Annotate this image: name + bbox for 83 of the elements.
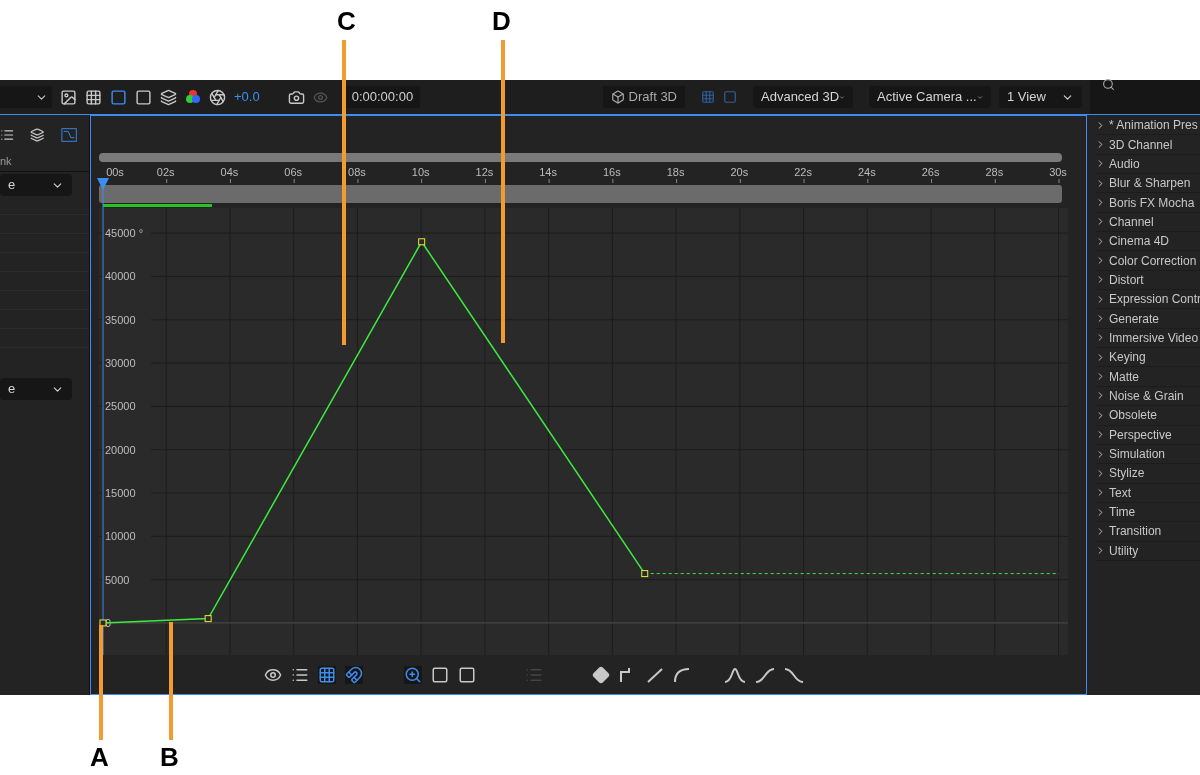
- effect-category[interactable]: Cinema 4D: [1095, 232, 1200, 252]
- effect-category[interactable]: Perspective: [1095, 425, 1200, 445]
- auto-bezier-icon[interactable]: [672, 665, 691, 684]
- easy-ease-icon[interactable]: [723, 665, 746, 684]
- effect-category[interactable]: 3D Channel: [1095, 135, 1200, 155]
- renderer-dropdown[interactable]: Advanced 3D: [753, 86, 853, 108]
- effect-category[interactable]: Blur & Sharpen: [1095, 174, 1200, 194]
- image-icon[interactable]: [60, 88, 77, 106]
- annotation-label: D: [492, 5, 511, 38]
- time-label: 16s: [603, 166, 621, 178]
- value-label: 30000: [105, 357, 136, 370]
- time-label: 22s: [794, 166, 812, 178]
- time-label: 06s: [284, 166, 303, 178]
- time-label: 28s: [985, 166, 1004, 178]
- value-label: 45000 °: [105, 227, 144, 240]
- time-label: 08s: [348, 166, 366, 178]
- draft-3d-button[interactable]: Draft 3D: [602, 86, 685, 108]
- effect-category[interactable]: Generate: [1095, 309, 1200, 329]
- effect-category[interactable]: Keying: [1095, 348, 1200, 368]
- effect-category[interactable]: Transition: [1095, 522, 1200, 542]
- frame-icon[interactable]: [135, 88, 152, 106]
- cube-icon: [610, 90, 625, 104]
- layers-icon[interactable]: [30, 126, 45, 143]
- effect-category[interactable]: Immersive Video: [1095, 328, 1200, 349]
- zoom-icon[interactable]: [403, 665, 422, 684]
- time-label: 18s: [666, 166, 685, 178]
- value-label: 35000: [105, 313, 136, 326]
- effect-category[interactable]: * Animation Pres: [1095, 116, 1200, 136]
- effect-category[interactable]: Color Correction: [1095, 251, 1200, 271]
- keyframe-marker[interactable]: [99, 619, 107, 627]
- linear-keyframe-icon[interactable]: [645, 665, 664, 684]
- effect-category[interactable]: Channel: [1095, 212, 1200, 233]
- time-label: 30s: [1049, 166, 1067, 178]
- annotation-label: A: [90, 741, 109, 774]
- annotation-label: C: [337, 5, 356, 38]
- color-channels-icon[interactable]: [185, 89, 201, 105]
- column-header: nk: [0, 152, 89, 172]
- effect-category[interactable]: Expression Contr: [1095, 290, 1200, 310]
- keyframe-marker[interactable]: [641, 570, 649, 578]
- value-label: 5000: [105, 573, 130, 586]
- keyframe-marker[interactable]: [418, 238, 426, 246]
- value-label: 15000: [105, 487, 136, 499]
- time-label: 04s: [220, 166, 239, 178]
- ease-in-icon[interactable]: [754, 665, 775, 684]
- time-label: 10s: [411, 166, 430, 178]
- keyframe-icon[interactable]: [591, 665, 610, 684]
- effect-category[interactable]: Boris FX Mocha: [1095, 193, 1200, 213]
- effect-category[interactable]: Text: [1095, 483, 1200, 503]
- effect-category[interactable]: Time: [1095, 502, 1200, 523]
- magnet-icon[interactable]: [344, 665, 363, 684]
- time-label: 20s: [730, 166, 749, 178]
- aperture-icon[interactable]: [209, 88, 226, 106]
- camera-icon[interactable]: [287, 88, 305, 106]
- ease-out-icon[interactable]: [783, 665, 804, 684]
- view-dropdown[interactable]: 1 View: [999, 86, 1082, 108]
- annotation-label: B: [160, 741, 179, 774]
- search-icon[interactable]: [1102, 78, 1115, 91]
- time-label: 14s: [539, 166, 557, 178]
- effect-category[interactable]: Stylize: [1095, 464, 1200, 484]
- effect-category[interactable]: Utility: [1095, 541, 1200, 561]
- mode-dropdown[interactable]: e: [0, 378, 72, 400]
- value-label: 10000: [105, 530, 136, 543]
- graph-editor-icon[interactable]: [60, 126, 77, 143]
- keyframe-marker[interactable]: [204, 615, 212, 623]
- effect-category[interactable]: Simulation: [1095, 444, 1200, 465]
- exposure-value[interactable]: +0.0: [234, 87, 260, 107]
- effect-category[interactable]: Matte: [1095, 367, 1200, 387]
- value-label: 25000: [105, 400, 136, 413]
- value-label: 40000: [105, 270, 136, 283]
- time-field[interactable]: 0:00:00:00: [343, 86, 420, 108]
- effect-category[interactable]: Audio: [1095, 154, 1200, 175]
- layers-icon[interactable]: [160, 88, 177, 106]
- effect-category[interactable]: Distort: [1095, 270, 1200, 291]
- time-label: 02s: [156, 166, 175, 178]
- value-label: 20000: [105, 443, 136, 456]
- time-label: 26s: [921, 166, 940, 178]
- time-label: 12s: [475, 166, 494, 178]
- mode-dropdown[interactable]: e: [0, 174, 72, 196]
- effect-category[interactable]: Obsolete: [1095, 406, 1200, 426]
- effect-category[interactable]: Noise & Grain: [1095, 386, 1200, 407]
- camera-dropdown[interactable]: Active Camera ...: [869, 86, 991, 108]
- time-label: 24s: [857, 166, 876, 178]
- time-label: 00s: [106, 166, 124, 178]
